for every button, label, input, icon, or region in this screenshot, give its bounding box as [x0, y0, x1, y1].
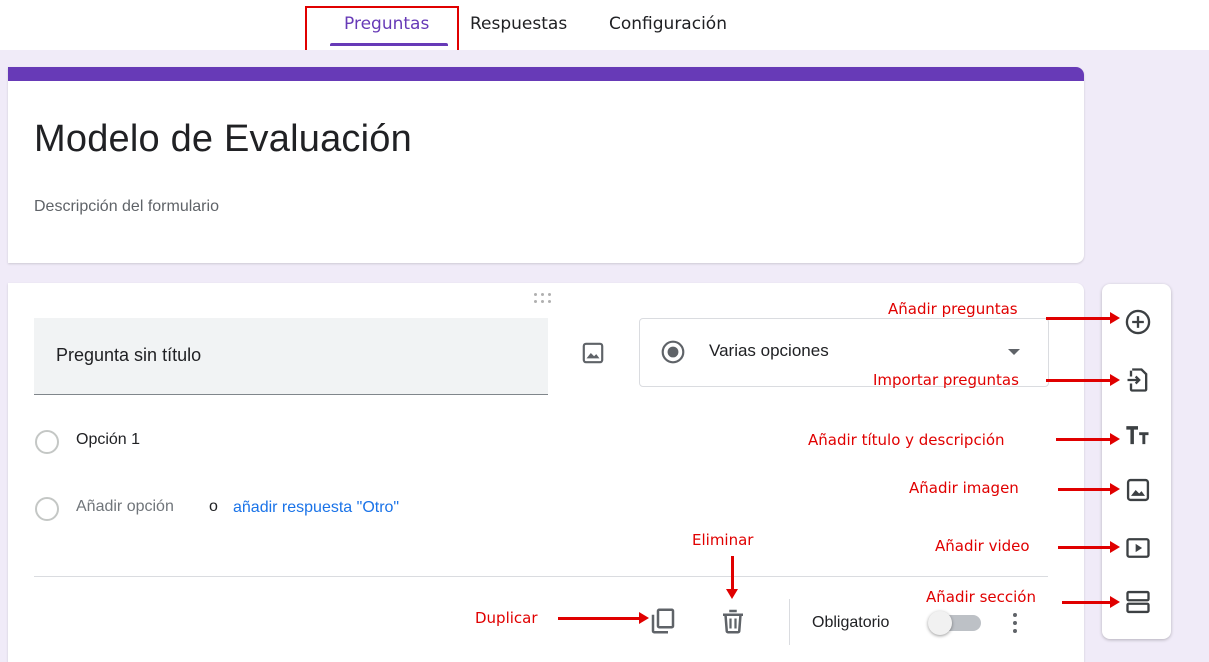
delete-icon[interactable] [718, 606, 748, 636]
question-type-label: Varias opciones [709, 341, 829, 360]
title-description-icon[interactable] [1124, 422, 1152, 450]
radio-type-icon [660, 339, 686, 365]
footer-vertical-divider [789, 599, 790, 645]
arrow-add-questions [1046, 312, 1120, 324]
arrow-add-image [1058, 483, 1120, 495]
add-other-link[interactable]: añadir respuesta "Otro" [233, 499, 399, 517]
or-label: o [209, 498, 218, 515]
arrow-add-section [1062, 596, 1120, 608]
duplicate-icon[interactable] [648, 606, 678, 636]
arrow-add-video [1058, 541, 1120, 553]
more-options-icon[interactable] [1008, 610, 1022, 636]
form-header-card [8, 67, 1084, 263]
annotation-duplicate: Duplicar [475, 609, 538, 627]
annotation-import-questions: Importar preguntas [873, 371, 1019, 389]
side-toolbar [1102, 284, 1171, 639]
annotation-add-video: Añadir video [935, 537, 1030, 555]
annotation-add-image: Añadir imagen [909, 479, 1019, 497]
annotation-add-title-desc: Añadir título y descripción [808, 431, 1005, 449]
tab-settings[interactable]: Configuración [609, 14, 727, 34]
add-question-icon[interactable] [1124, 308, 1152, 336]
arrow-import-questions [1046, 374, 1120, 386]
question-title-text: Pregunta sin título [56, 345, 202, 365]
annotation-add-questions: Añadir preguntas [888, 300, 1018, 318]
add-option-radio [35, 497, 59, 521]
required-toggle-knob[interactable] [928, 611, 952, 635]
import-questions-icon[interactable] [1124, 366, 1152, 394]
form-description[interactable]: Descripción del formulario [34, 198, 219, 216]
annotation-add-section: Añadir sección [926, 588, 1036, 606]
video-icon[interactable] [1124, 534, 1152, 562]
form-title[interactable]: Modelo de Evaluación [34, 118, 412, 161]
chevron-down-icon [1008, 349, 1020, 355]
section-icon[interactable] [1124, 588, 1152, 616]
tab-responses[interactable]: Respuestas [470, 14, 567, 34]
drag-handle-icon[interactable] [532, 292, 554, 306]
image-icon[interactable] [1124, 476, 1152, 504]
option-1-label[interactable]: Opción 1 [76, 431, 140, 449]
header-accent-bar [8, 67, 1084, 81]
option-radio [35, 430, 59, 454]
arrow-duplicate [558, 612, 649, 624]
top-tabs: Preguntas Respuestas Configuración [0, 0, 1209, 50]
arrow-add-title-desc [1056, 433, 1120, 445]
annotation-delete: Eliminar [692, 531, 754, 549]
required-label: Obligatorio [812, 614, 890, 631]
footer-divider [34, 576, 1048, 577]
arrow-delete [726, 556, 738, 599]
add-image-to-question-icon[interactable] [580, 340, 606, 366]
add-option-field[interactable]: Añadir opción [76, 498, 174, 516]
